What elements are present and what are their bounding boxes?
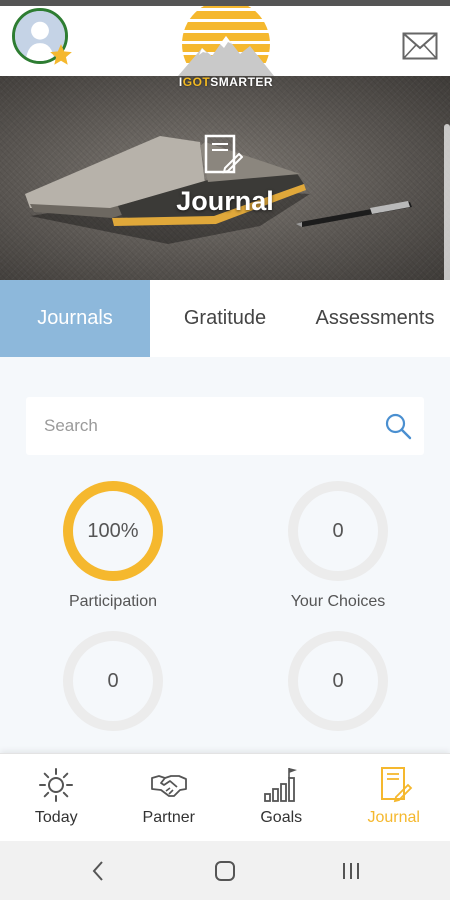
search-icon[interactable] xyxy=(384,412,412,440)
system-nav-bar xyxy=(0,841,450,900)
tab-gratitude[interactable]: Gratitude xyxy=(150,280,300,357)
home-icon[interactable] xyxy=(214,860,236,882)
journal-icon xyxy=(380,767,413,803)
recent-apps-icon[interactable] xyxy=(340,861,362,881)
nav-label: Goals xyxy=(260,809,303,826)
journal-page-icon xyxy=(204,134,243,174)
goals-chart-icon xyxy=(264,768,298,802)
stat-your-choices: 0 Your Choices xyxy=(238,481,438,611)
handshake-icon xyxy=(150,775,187,797)
stat-label: Participation xyxy=(68,593,158,610)
nav-journal[interactable]: Journal xyxy=(338,754,450,842)
nav-label: Partner xyxy=(142,809,195,826)
stat-value: 100% xyxy=(87,519,139,542)
mail-icon[interactable] xyxy=(402,32,438,60)
hero-title: Journal xyxy=(176,186,274,216)
nav-label: Today xyxy=(34,809,78,826)
bottom-nav: Today Partner Goals Journal xyxy=(0,753,450,841)
stat-value: 0 xyxy=(332,519,344,542)
tab-assessments[interactable]: Assessments xyxy=(300,280,450,357)
nav-today[interactable]: Today xyxy=(0,754,113,842)
stat-label: Your Choices xyxy=(290,593,386,610)
star-icon xyxy=(50,44,72,65)
progress-ring: 0 xyxy=(288,631,388,731)
nav-goals[interactable]: Goals xyxy=(225,754,338,842)
journal-content: 100% Participation 0 Your Choices 0 0 xyxy=(0,357,450,753)
stat-value: 0 xyxy=(107,669,119,692)
search-box xyxy=(26,397,424,455)
journal-tabs: Journals Gratitude Assessments xyxy=(0,280,450,357)
nav-partner[interactable]: Partner xyxy=(113,754,226,842)
nav-label: Journal xyxy=(367,809,420,826)
progress-ring: 0 xyxy=(63,631,163,731)
progress-ring: 100% xyxy=(63,481,163,581)
hero-banner: Journal xyxy=(0,76,450,280)
stat-participation: 100% Participation xyxy=(13,481,213,611)
top-header: IGOTSMARTER xyxy=(0,6,450,89)
back-icon[interactable] xyxy=(88,859,108,883)
logo-text: IGOTSMARTER xyxy=(178,75,274,89)
notebook-and-pen-image xyxy=(25,136,412,244)
progress-ring: 0 xyxy=(288,481,388,581)
search-input[interactable] xyxy=(44,397,374,455)
stat-third: 0 xyxy=(13,631,213,743)
stat-fourth: 0 xyxy=(238,631,438,743)
scrollbar[interactable] xyxy=(444,124,450,280)
tab-journals[interactable]: Journals xyxy=(0,280,150,357)
stat-value: 0 xyxy=(332,669,344,692)
sun-icon xyxy=(39,768,74,802)
